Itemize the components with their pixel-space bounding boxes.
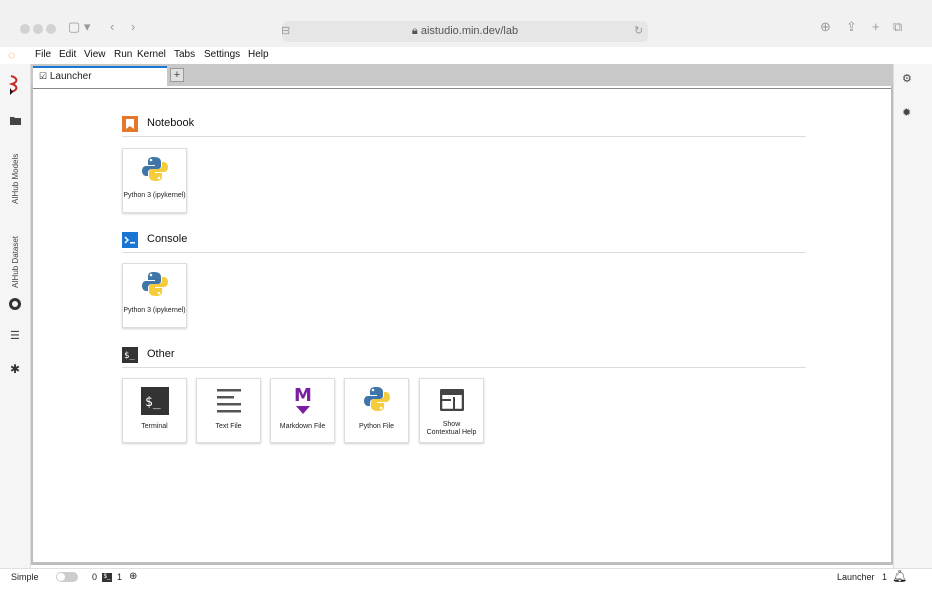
card-label: Terminal [141, 423, 168, 430]
lock-icon: 🔒︎ [411, 25, 418, 37]
python-logo-icon [142, 157, 168, 181]
sidebar-tab-aihub-models[interactable]: AIHub Models [11, 154, 20, 204]
status-bar: Simple 0 $_ 1 ⊕ Launcher 1 🔔︎ [0, 568, 932, 595]
active-document-label: Launcher [837, 572, 875, 582]
menu-settings[interactable]: Settings [204, 49, 240, 60]
card-label: Show Contextual Help [426, 421, 477, 436]
right-sidebar: ⚙ ✹ [893, 64, 932, 568]
downloads-icon[interactable]: ⊕ [820, 19, 831, 35]
terminal-count[interactable]: 0 [92, 572, 97, 582]
table-of-contents-icon[interactable]: ☰ [10, 329, 20, 342]
jupyter-logo: ◌ [8, 48, 16, 62]
menu-kernel[interactable]: Kernel [137, 49, 166, 60]
notification-bell-icon[interactable]: 🔔︎ [892, 569, 907, 583]
running-kernels-icon[interactable] [9, 298, 21, 310]
notebook-python3-card[interactable]: Python 3 (ipykernel) [122, 148, 187, 213]
svg-text:M: M [294, 385, 312, 406]
notification-count: 1 [882, 572, 888, 582]
notebook-section-title: Notebook [147, 117, 195, 129]
text-file-icon [217, 389, 241, 413]
menu-view[interactable]: View [84, 49, 106, 60]
other-section-title: Other [147, 348, 175, 360]
main-frame-bottom [31, 562, 893, 565]
property-inspector-gears-icon[interactable]: ⚙ [902, 72, 912, 85]
new-launcher-button[interactable]: + [170, 68, 184, 82]
terminal-icon: $_ [141, 387, 169, 415]
console-section-title: Console [147, 233, 188, 245]
contextual-help-icon [440, 389, 464, 411]
python-logo-icon [364, 387, 390, 411]
tab-launcher[interactable]: ☑ Launcher [33, 66, 167, 88]
other-section-icon: $_ [122, 347, 138, 363]
section-divider [122, 252, 806, 253]
left-sidebar: AIHub Models AIHub Dataset ☰ ✱ [0, 64, 31, 568]
minimize-window-button[interactable] [33, 24, 43, 34]
sidebar-toggle-icon[interactable]: ▢ ▾ [68, 19, 90, 35]
card-label: Python 3 (ipykernel) [123, 307, 186, 314]
kernel-count[interactable]: 1 [117, 572, 122, 582]
card-label: Python 3 (ipykernel) [123, 192, 186, 199]
card-label: Markdown File [279, 423, 326, 430]
card-label: Text File [215, 423, 242, 430]
markdown-file-card[interactable]: M Markdown File [270, 378, 335, 443]
simple-mode-label: Simple [11, 572, 39, 582]
menu-help[interactable]: Help [248, 49, 269, 60]
sidebar-tab-aihub-dataset[interactable]: AIHub Dataset [11, 236, 20, 288]
card-label: Python File [358, 423, 395, 430]
menu-edit[interactable]: Edit [59, 49, 76, 60]
zoom-window-button[interactable] [46, 24, 56, 34]
terminal-card[interactable]: $_ Terminal [122, 378, 187, 443]
section-divider [122, 367, 806, 368]
menu-file[interactable]: File [35, 49, 51, 60]
share-icon[interactable]: ⇪ [846, 19, 857, 35]
url-text: aistudio.min.dev/lab [420, 25, 519, 37]
launcher-tab-icon: ☑ [39, 71, 48, 81]
python-file-card[interactable]: Python File [344, 378, 409, 443]
tab-label: Launcher [49, 71, 92, 82]
tab-overview-icon[interactable]: ⧉ [893, 19, 902, 35]
markdown-icon: M [294, 385, 312, 414]
console-section-icon [122, 232, 138, 248]
svg-text:$_: $_ [145, 395, 161, 410]
debugger-bug-icon[interactable]: ✹ [902, 106, 911, 119]
reload-icon[interactable]: ↻ [634, 24, 643, 37]
extension-logo-icon[interactable] [8, 74, 22, 96]
simple-mode-toggle[interactable] [56, 572, 78, 582]
kernel-status-icon: ⊕ [129, 571, 138, 582]
menu-run[interactable]: Run [114, 49, 132, 60]
address-bar[interactable]: ⊟ 🔒︎ aistudio.min.dev/lab ↻ [281, 21, 648, 42]
extensions-puzzle-icon[interactable]: ✱ [10, 362, 20, 376]
notebook-section-icon [122, 116, 138, 132]
python-logo-icon [142, 272, 168, 296]
terminal-status-icon: $_ [102, 573, 112, 582]
console-python3-card[interactable]: Python 3 (ipykernel) [122, 263, 187, 328]
new-tab-icon[interactable]: + [872, 19, 880, 34]
svg-text:$_: $_ [124, 351, 135, 361]
menu-tabs[interactable]: Tabs [174, 49, 195, 60]
section-divider [122, 136, 806, 137]
forward-icon[interactable]: › [131, 19, 135, 34]
contextual-help-card[interactable]: Show Contextual Help [419, 378, 484, 443]
main-frame-right [891, 86, 893, 564]
folder-icon[interactable] [10, 116, 21, 125]
close-window-button[interactable] [20, 24, 30, 34]
text-file-card[interactable]: Text File [196, 378, 261, 443]
menu-bar: ◌ File Edit View Run Kernel Tabs Setting… [0, 47, 932, 64]
back-icon[interactable]: ‹ [110, 19, 114, 34]
